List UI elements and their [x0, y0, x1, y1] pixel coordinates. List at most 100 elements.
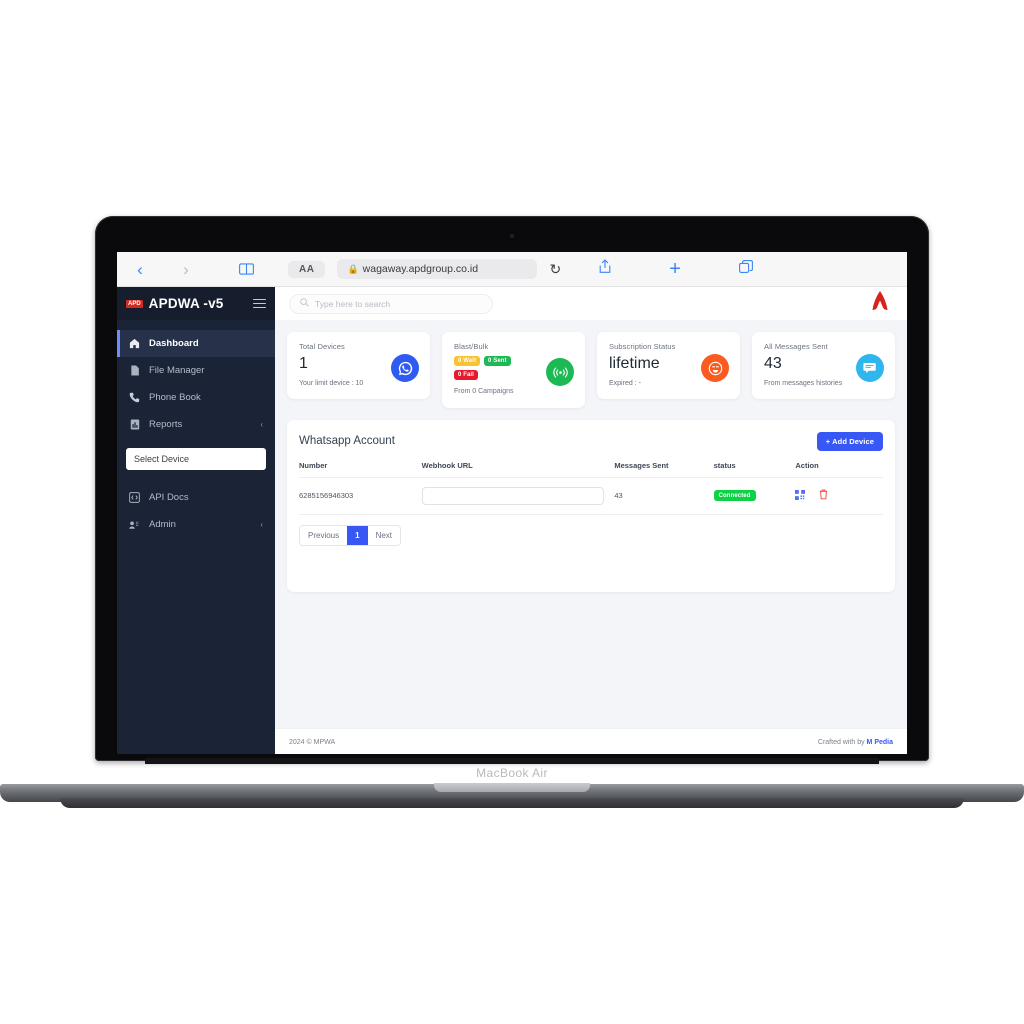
- footer-credit-link[interactable]: M Pedia: [867, 739, 893, 746]
- reload-icon[interactable]: ↻: [549, 261, 561, 278]
- footer-copyright: 2024 © MPWA: [289, 738, 336, 746]
- file-icon: [129, 365, 140, 376]
- pagination-next[interactable]: Next: [367, 525, 401, 545]
- sidebar-nav: Dashboard File Manager Phone Book Report…: [117, 320, 275, 438]
- column-header-number: Number: [299, 460, 422, 478]
- card-blast-bulk: Blast/Bulk 0 Wait 0 Sent 0 Fail From 0 C…: [442, 332, 585, 408]
- badge-sent: 0 Sent: [484, 356, 511, 366]
- users-icon: [129, 519, 140, 530]
- address-bar[interactable]: 🔒 wagaway.apdgroup.co.id: [337, 259, 538, 279]
- table-header-row: Number Webhook URL Messages Sent status …: [299, 460, 883, 478]
- pagination-previous[interactable]: Previous: [300, 525, 348, 545]
- browser-toolbar: ‹ › AA 🔒 wagaway.apdgroup.co.id ↻ +: [117, 252, 907, 287]
- column-header-status: status: [713, 460, 796, 478]
- sidebar-item-admin[interactable]: Admin ‹: [117, 511, 275, 538]
- pagination: Previous 1 Next: [299, 524, 402, 546]
- whatsapp-icon: [391, 354, 419, 382]
- sidebar-item-label: API Docs: [149, 492, 189, 503]
- sidebar-item-label: Reports: [149, 419, 183, 430]
- app-root: APD APDWA -v5 Dashboard File Manager Pho…: [117, 287, 907, 754]
- select-device-input[interactable]: Select Device: [126, 448, 266, 470]
- share-icon[interactable]: [599, 259, 611, 279]
- cell-status: Connected: [713, 477, 796, 515]
- card-subscription-status: Subscription Status lifetime Expired : -: [597, 332, 740, 400]
- laptop-base-shadow: [60, 798, 964, 808]
- table-row: 6285156946303 43 Connected: [299, 477, 883, 515]
- sidebar-item-dashboard[interactable]: Dashboard: [117, 330, 275, 357]
- broadcast-icon: [546, 358, 574, 386]
- home-icon: [129, 338, 140, 349]
- brand-title: APDWA -v5: [148, 296, 224, 311]
- sidebar-item-label: Phone Book: [149, 392, 201, 403]
- sidebar-item-api-docs[interactable]: API Docs: [117, 484, 275, 511]
- badge-fail: 0 Fail: [454, 370, 478, 380]
- status-badge: Connected: [713, 490, 756, 502]
- hamburger-icon[interactable]: [253, 298, 266, 309]
- stat-cards: Total Devices 1 Your limit device : 10 B…: [287, 332, 895, 408]
- card-title: Blast/Bulk: [454, 342, 489, 351]
- back-icon[interactable]: ‹: [117, 261, 163, 278]
- qr-code-icon[interactable]: [795, 489, 806, 502]
- panel-title: Whatsapp Account: [299, 435, 395, 447]
- sidebar-nav-lower: API Docs Admin ‹: [117, 480, 275, 538]
- chat-icon: [856, 354, 884, 382]
- footer: 2024 © MPWA Crafted with by M Pedia: [275, 728, 907, 754]
- trash-icon[interactable]: [819, 489, 828, 502]
- sidebar-item-label: File Manager: [149, 365, 205, 376]
- forward-icon[interactable]: ›: [163, 261, 209, 278]
- smile-icon: [701, 354, 729, 382]
- apd-brand-logo-icon: APD: [126, 299, 143, 308]
- text-size-button[interactable]: AA: [288, 260, 326, 278]
- search-placeholder: Type here to search: [315, 298, 391, 309]
- cell-webhook-url: [421, 477, 615, 515]
- laptop-mockup: ‹ › AA 🔒 wagaway.apdgroup.co.id ↻ + APD …: [0, 0, 1024, 1024]
- badge-wait: 0 Wait: [454, 356, 481, 366]
- column-header-action: Action: [795, 460, 883, 478]
- cell-messages-sent: 43: [614, 477, 714, 515]
- footer-credit: Crafted with by M Pedia: [818, 739, 893, 746]
- sidebar: APD APDWA -v5 Dashboard File Manager Pho…: [117, 287, 275, 754]
- chevron-left-icon: ‹: [260, 420, 263, 429]
- card-title: Total Devices: [299, 342, 345, 351]
- lock-icon: 🔒: [347, 263, 359, 274]
- content-area: Total Devices 1 Your limit device : 10 B…: [275, 320, 907, 728]
- device-model-label: MacBook Air: [476, 766, 548, 780]
- screen-viewport: ‹ › AA 🔒 wagaway.apdgroup.co.id ↻ + APD …: [117, 252, 907, 754]
- search-icon: [300, 298, 309, 309]
- column-header-messages-sent: Messages Sent: [614, 460, 714, 478]
- column-header-webhook-url: Webhook URL: [421, 460, 615, 478]
- main-area: Type here to search Total Devices 1 Your…: [275, 287, 907, 754]
- card-title: Subscription Status: [609, 342, 676, 351]
- sidebar-item-phone-book[interactable]: Phone Book: [117, 384, 275, 411]
- tabs-icon[interactable]: [738, 259, 753, 279]
- topbar: Type here to search: [275, 287, 907, 320]
- cell-action: [795, 477, 883, 515]
- sidebar-item-file-manager[interactable]: File Manager: [117, 357, 275, 384]
- webhook-url-input[interactable]: [421, 486, 604, 505]
- footer-credit-prefix: Crafted with by: [817, 738, 867, 746]
- chart-icon: [129, 419, 140, 430]
- chevron-left-icon: ‹: [260, 520, 263, 529]
- apd-logo-icon: [867, 290, 893, 317]
- card-all-messages-sent: All Messages Sent 43 From messages histo…: [752, 332, 895, 400]
- laptop-base-notch: [434, 783, 590, 792]
- sidebar-brand[interactable]: APD APDWA -v5: [117, 287, 275, 320]
- add-device-button[interactable]: + Add Device: [816, 431, 883, 451]
- code-icon: [129, 492, 140, 503]
- address-bar-url: wagaway.apdgroup.co.id: [362, 263, 479, 275]
- blast-badges: 0 Wait 0 Sent 0 Fail: [454, 356, 522, 380]
- card-subtext: From 0 Campaigns: [454, 388, 514, 395]
- accounts-table: Number Webhook URL Messages Sent status …: [299, 460, 883, 515]
- webcam-icon: [510, 234, 514, 238]
- card-title: All Messages Sent: [764, 342, 828, 351]
- sidebar-item-label: Admin: [149, 519, 176, 530]
- reader-book-icon[interactable]: [239, 263, 254, 275]
- new-tab-icon[interactable]: +: [669, 259, 681, 279]
- cell-number: 6285156946303: [299, 477, 422, 515]
- phone-icon: [129, 392, 140, 403]
- sidebar-item-reports[interactable]: Reports ‹: [117, 411, 275, 438]
- pagination-page-1[interactable]: 1: [347, 525, 368, 545]
- panel-header: Whatsapp Account + Add Device: [299, 431, 883, 451]
- search-input[interactable]: Type here to search: [289, 293, 493, 314]
- whatsapp-account-panel: Whatsapp Account + Add Device Number Web…: [287, 419, 895, 592]
